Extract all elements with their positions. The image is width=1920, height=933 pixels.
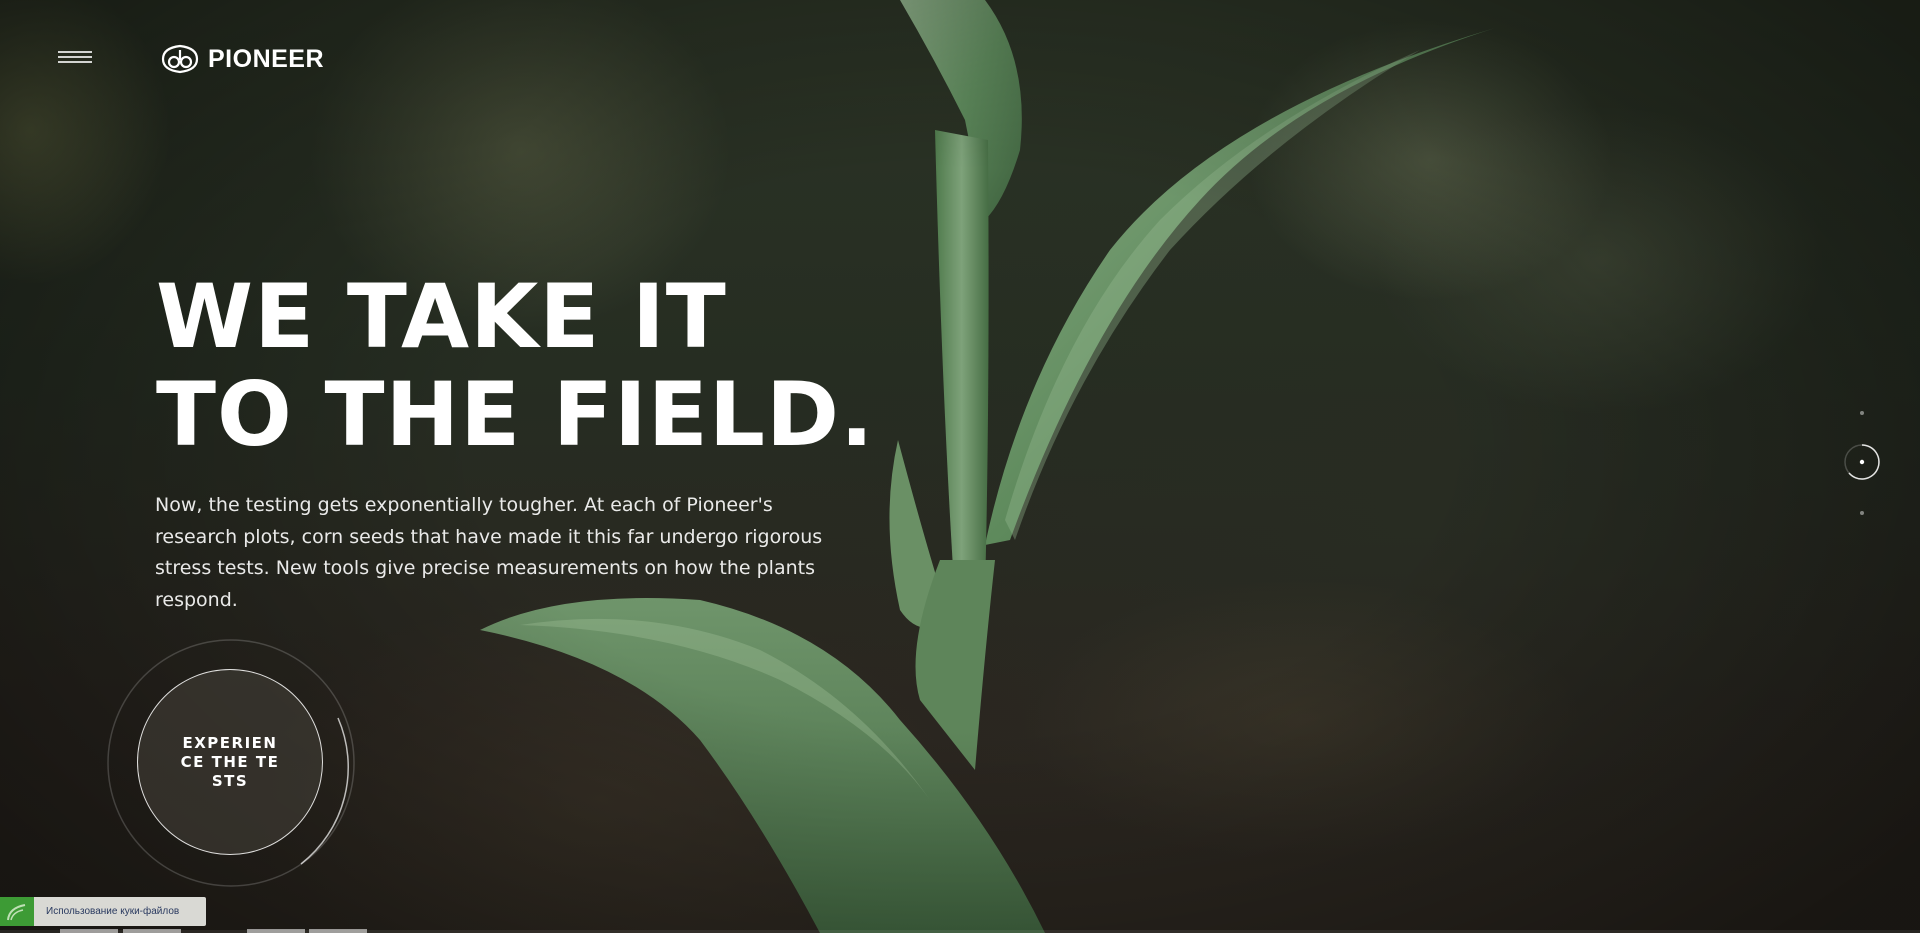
logo-text: PIONEER: [208, 44, 325, 73]
cookie-leaf-icon: [0, 897, 34, 926]
bottom-tab[interactable]: [123, 929, 181, 933]
pager-dot-3[interactable]: [1860, 511, 1864, 515]
hero-headline: WE TAKE IT TO THE FIELD.: [156, 265, 875, 466]
bottom-tab[interactable]: [60, 929, 118, 933]
cookie-label: Использование куки-файлов: [46, 906, 180, 917]
pioneer-seed-logo-icon: [161, 44, 199, 74]
bottom-tab[interactable]: [247, 929, 305, 933]
hamburger-menu-icon[interactable]: [58, 51, 92, 71]
experience-the-tests-button[interactable]: EXPERIENCE THE TESTS: [137, 669, 323, 855]
hero-section: PIONEER WE TAKE IT TO THE FIELD. Now, th…: [0, 0, 1920, 933]
pager-dot-1[interactable]: [1860, 411, 1864, 415]
hero-description: Now, the testing gets exponentially toug…: [155, 494, 823, 611]
pioneer-logo[interactable]: PIONEER: [160, 44, 324, 74]
cookie-consent-bar[interactable]: Использование куки-файлов: [0, 897, 206, 926]
bottom-tab[interactable]: [309, 929, 367, 933]
cta-label: EXPERIENCE THE TESTS: [180, 733, 280, 790]
pager-dot-active[interactable]: [1843, 443, 1881, 481]
